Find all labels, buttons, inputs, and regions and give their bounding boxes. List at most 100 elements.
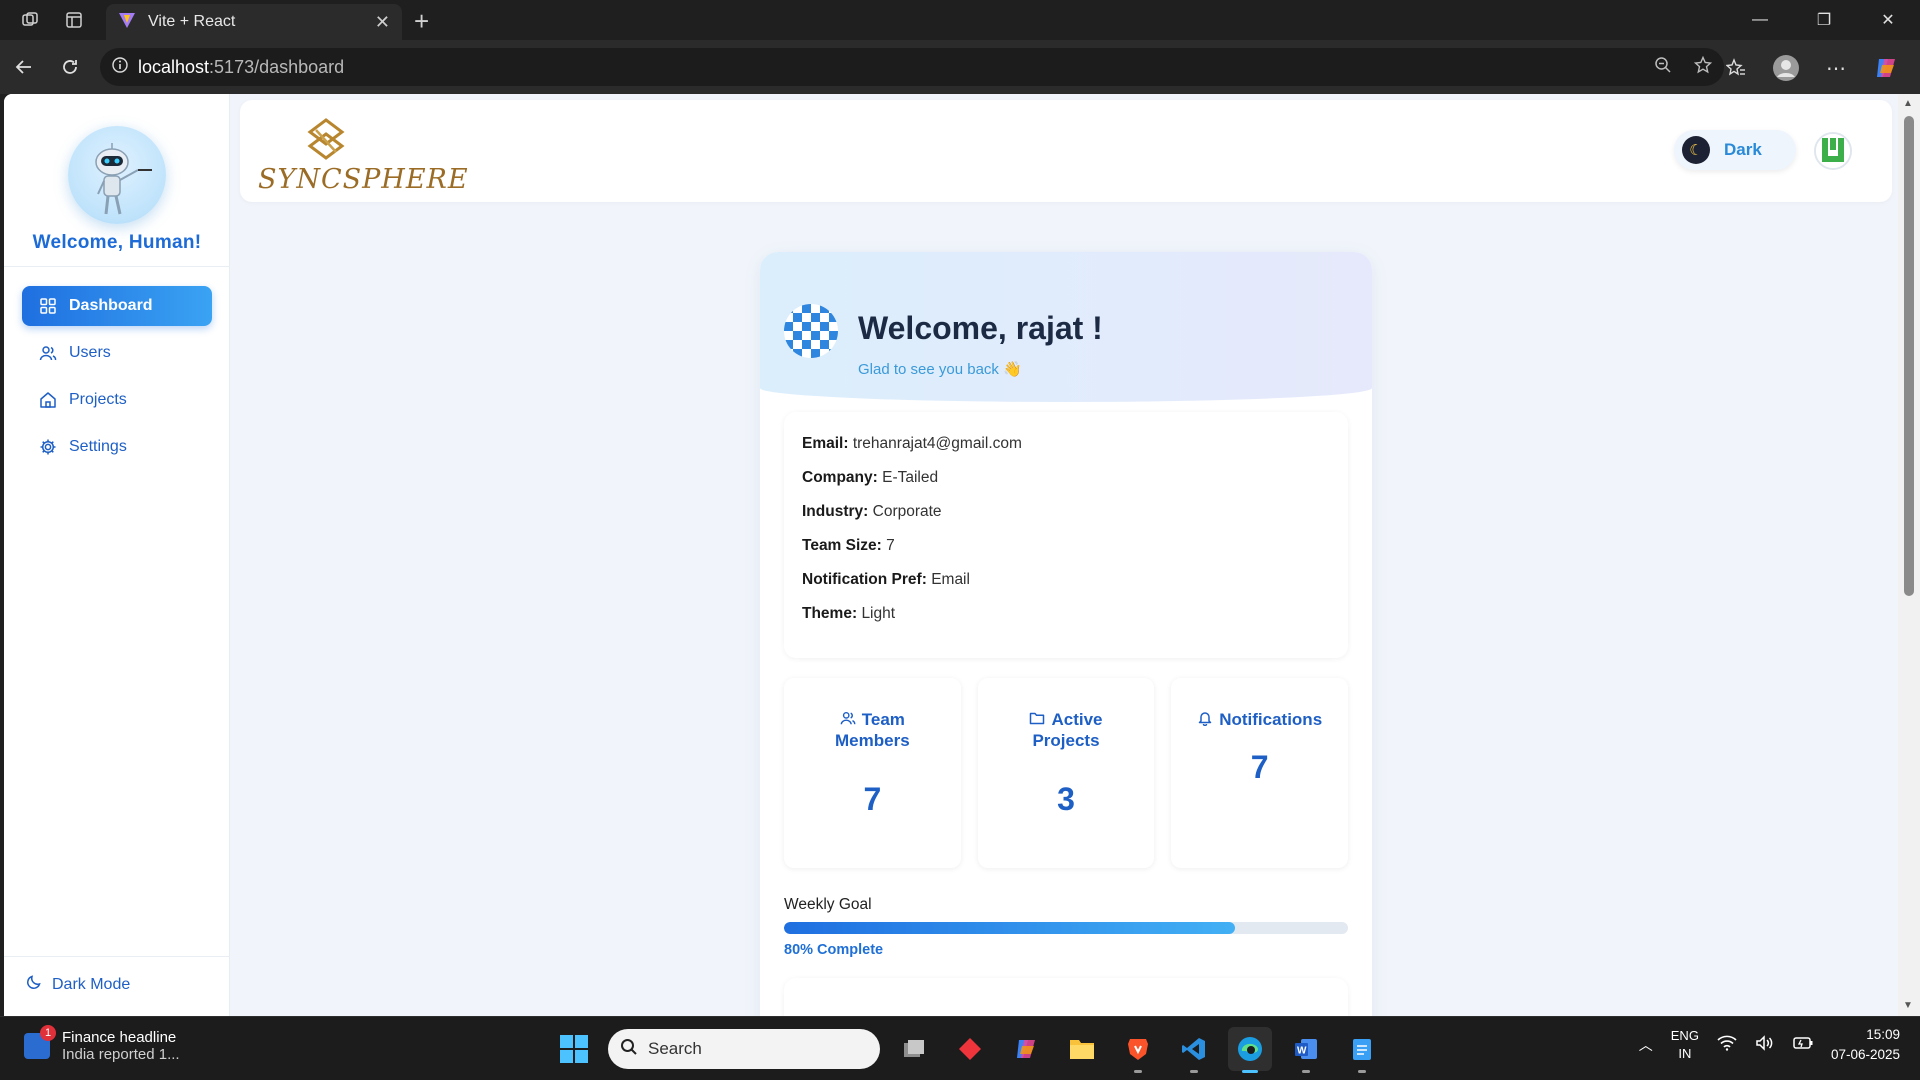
stat-title-line: Team (861, 710, 905, 729)
site-info-icon[interactable] (112, 56, 128, 78)
word-icon[interactable]: W (1284, 1027, 1328, 1073)
user-avatar[interactable] (1814, 132, 1852, 170)
detail-team-size: Team Size: 7 (802, 534, 1330, 568)
detail-theme: Theme: Light (802, 602, 1330, 636)
scroll-up-arrow-icon[interactable]: ▲ (1903, 98, 1913, 109)
detail-notification-pref: Notification Pref: Email (802, 568, 1330, 602)
more-menu-icon[interactable]: ⋯ (1816, 48, 1856, 88)
search-placeholder: Search (648, 1039, 702, 1058)
copilot-icon[interactable] (1866, 48, 1906, 88)
sidebar-welcome: Welcome, Human! (32, 232, 202, 253)
clock-date: 07-06-2025 (1830, 1047, 1900, 1062)
zoom-icon[interactable] (1654, 56, 1672, 79)
grid-icon (38, 296, 58, 316)
windows-taskbar: 1 Finance headline India reported 1... S… (0, 1016, 1920, 1080)
brave-browser-icon[interactable] (1116, 1027, 1160, 1073)
running-indicator (1358, 1070, 1366, 1073)
home-icon (38, 390, 58, 410)
svg-text:W: W (1297, 1046, 1307, 1057)
goal-progress-fill (784, 922, 1236, 934)
tab-close-icon[interactable]: ✕ (375, 12, 390, 33)
restore-icon[interactable]: ❐ (1792, 0, 1856, 40)
wifi-icon[interactable] (1717, 1035, 1737, 1056)
favorites-icon[interactable] (1716, 48, 1756, 88)
stat-value: 7 (1250, 749, 1269, 785)
sidebar-item-dashboard[interactable]: Dashboard (22, 286, 212, 326)
profile-card: Welcome, rajat ! Glad to see you back 👋 … (760, 252, 1372, 1016)
stat-title-line: Members (835, 731, 910, 750)
new-tab-icon[interactable]: + (414, 6, 429, 37)
edge-browser-icon[interactable] (1228, 1027, 1272, 1073)
minimize-icon[interactable]: — (1728, 0, 1792, 40)
detail-email: Email: trehanrajat4@gmail.com (802, 432, 1330, 466)
app-red-diamond-icon[interactable] (948, 1027, 992, 1071)
running-indicator (1190, 1070, 1198, 1073)
back-icon[interactable] (2, 45, 46, 89)
url-path: :5173/dashboard (209, 56, 345, 77)
vscode-icon[interactable] (1172, 1027, 1216, 1073)
volume-icon[interactable] (1755, 1034, 1775, 1056)
stat-card-active-projects: Active Projects 3 (977, 678, 1155, 868)
profile-icon[interactable] (1766, 48, 1806, 88)
task-view-icon[interactable] (892, 1027, 936, 1071)
goal-status: 80% Complete (784, 942, 884, 958)
clock[interactable]: 15:09 07-06-2025 (1831, 1025, 1900, 1065)
copilot-app-icon[interactable] (1004, 1027, 1048, 1071)
users-icon (38, 343, 58, 363)
taskbar-apps: Search W (552, 1027, 1384, 1073)
url-host: localhost (138, 56, 210, 77)
workspaces-icon[interactable] (16, 6, 44, 34)
sidebar-item-users[interactable]: Users (22, 333, 212, 373)
divider (4, 956, 230, 957)
file-explorer-icon[interactable] (1060, 1027, 1104, 1071)
sidebar-item-label: Users (69, 344, 111, 361)
dark-mode-button[interactable]: Dark Mode (26, 974, 130, 995)
favorite-star-icon[interactable] (1693, 55, 1713, 79)
battery-icon[interactable] (1793, 1036, 1813, 1055)
users-icon (840, 710, 856, 731)
detail-label: Email: (802, 435, 849, 452)
window-close-icon[interactable]: ✕ (1856, 0, 1920, 40)
vertical-tabs-icon[interactable] (60, 6, 88, 34)
profile-avatar (784, 304, 838, 358)
detail-label: Theme: (802, 605, 858, 622)
detail-value: Light (861, 605, 896, 622)
dark-mode-label: Dark Mode (52, 975, 131, 993)
folder-icon (1029, 710, 1045, 731)
scroll-down-arrow-icon[interactable]: ▼ (1903, 1000, 1913, 1011)
robot-avatar (68, 126, 166, 224)
news-subtitle: India reported 1... (62, 1046, 180, 1063)
clock-time: 15:09 (1866, 1027, 1900, 1042)
taskbar-search[interactable]: Search (608, 1029, 880, 1069)
browser-tab-active[interactable]: Vite + React ✕ (106, 4, 402, 40)
detail-value: 7 (886, 537, 895, 554)
windows-start-icon[interactable] (552, 1027, 596, 1071)
stats-row: Team Members 7 Active Projects 3 Notificat… (784, 678, 1349, 868)
scroll-thumb[interactable] (1904, 116, 1914, 596)
tab-title: Vite + React (148, 13, 236, 30)
language-indicator[interactable]: ENG IN (1671, 1027, 1699, 1063)
bell-icon (1197, 710, 1213, 731)
window-controls: — ❐ ✕ (1728, 0, 1920, 40)
vite-logo-icon (118, 11, 136, 34)
stat-value: 7 (863, 781, 882, 817)
goal-label: Weekly Goal (784, 896, 872, 913)
notepad-icon[interactable] (1340, 1027, 1384, 1073)
theme-toggle-label: Dark (1724, 140, 1762, 159)
sidebar-item-settings[interactable]: Settings (22, 427, 212, 467)
next-section-card (784, 978, 1348, 1016)
running-indicator (1134, 1070, 1142, 1073)
divider (4, 266, 230, 267)
syncsphere-logo[interactable]: SYNCSPHERE (258, 118, 468, 198)
news-widget[interactable]: 1 Finance headline India reported 1... (24, 1025, 180, 1063)
page-scrollbar[interactable]: ▲ ▼ (1898, 94, 1920, 1016)
news-badge: 1 (40, 1025, 56, 1041)
reload-icon[interactable] (48, 45, 92, 89)
tray-overflow-chevron-icon[interactable]: ︿ (1639, 1035, 1653, 1055)
address-bar[interactable]: localhost:5173/dashboard (100, 48, 1724, 86)
stat-card-notifications: Notifications 7 (1171, 678, 1349, 868)
browser-toolbar: localhost:5173/dashboard ⋯ (0, 40, 1920, 94)
stat-title-line: Projects (1032, 731, 1100, 750)
sidebar-item-projects[interactable]: Projects (22, 380, 212, 420)
theme-toggle-button[interactable]: ☾ Dark (1674, 130, 1796, 170)
